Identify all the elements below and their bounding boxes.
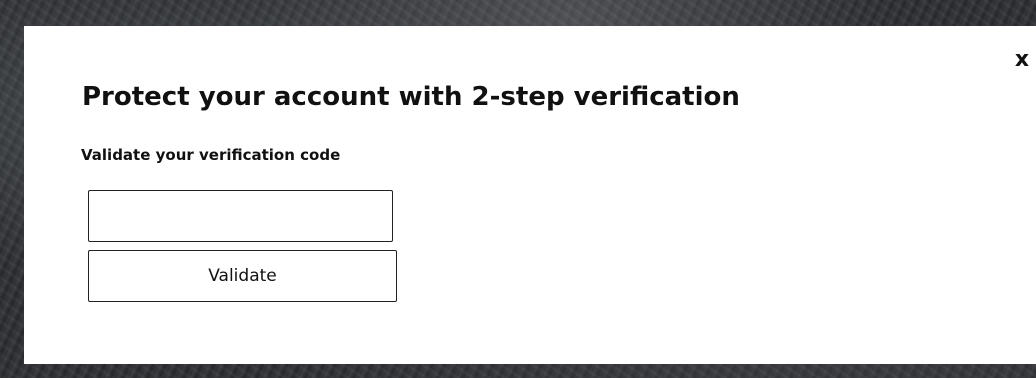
two-step-verification-dialog: x Protect your account with 2-step verif… [24,26,1036,364]
verification-code-input[interactable] [88,190,393,242]
dialog-subtitle: Validate your verification code [81,146,341,164]
dialog-title: Protect your account with 2-step verific… [82,82,740,112]
close-button[interactable]: x [1008,47,1036,73]
validate-button[interactable]: Validate [88,250,397,302]
